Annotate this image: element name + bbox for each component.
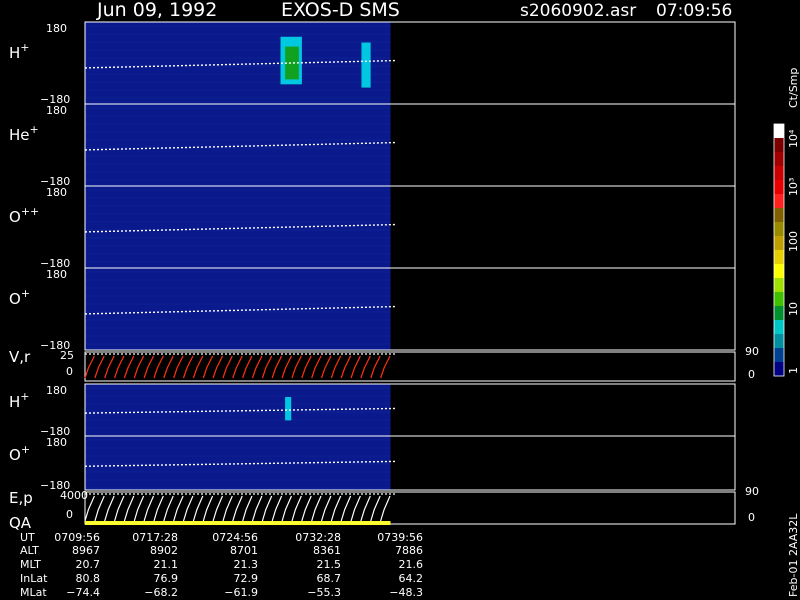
table-row-label: MLat <box>20 586 47 599</box>
table-row-label: InLat <box>20 572 48 585</box>
table-cell: −48.3 <box>389 586 423 599</box>
he_plus-ytick-top: 180 <box>46 104 67 117</box>
header-time: 07:09:56 <box>656 1 732 21</box>
table-cell: 21.5 <box>317 558 342 571</box>
table-cell: 8701 <box>230 544 258 557</box>
colorbar-tick-label: 1 <box>787 367 800 374</box>
colorbar-tick-label: 10⁴ <box>787 129 800 148</box>
colorbar-segment <box>774 264 784 279</box>
colorbar-segment <box>774 180 784 195</box>
header-instrument: EXOS-D SMS <box>281 0 400 21</box>
colorbar-tick-label: 10 <box>787 302 800 316</box>
ep-panel-label: E,p <box>9 489 33 507</box>
h_plus_2-blob-0 <box>285 397 292 421</box>
colorbar-segment <box>774 124 784 139</box>
o_plus_plus-ytick-top: 180 <box>46 186 67 199</box>
vr-panel-ytick-bottom: 0 <box>66 365 73 378</box>
table-cell: −68.2 <box>144 586 178 599</box>
o_plus-label-text: O <box>9 290 21 308</box>
h_plus_2-label-sup: + <box>20 390 29 403</box>
o_plus_2-ytick-top: 180 <box>46 436 67 449</box>
o_plus-ytick-top: 180 <box>46 268 67 281</box>
colorbar-segment <box>774 320 784 335</box>
colorbar-tick-label: 10³ <box>787 178 800 196</box>
table-row-label: ALT <box>20 544 39 557</box>
colorbar-segment <box>774 250 784 265</box>
he_plus-label-text: He <box>9 126 30 144</box>
table-cell: 0709:56 <box>54 531 100 544</box>
colorbar-unit: Ct/Smp <box>787 68 800 108</box>
he_plus-label-sup: + <box>30 123 39 136</box>
header-file: s2060902.asr <box>520 1 636 21</box>
vr-panel-rtick-bottom: 0 <box>748 368 755 381</box>
h_plus-blob-2 <box>361 42 371 88</box>
h_plus-label-sup: + <box>20 41 29 54</box>
table-row-label: MLT <box>20 558 41 571</box>
table-cell: 8361 <box>313 544 341 557</box>
table-cell: 21.3 <box>234 558 259 571</box>
colorbar-segment <box>774 222 784 237</box>
table-cell: 80.8 <box>76 572 101 585</box>
sms-spectrogram-chart: Jun 09, 1992 EXOS-D SMS s2060902.asr 07:… <box>0 0 800 600</box>
h_plus_2-ytick-top: 180 <box>46 384 67 397</box>
colorbar-segment <box>774 152 784 167</box>
o_plus_2-label-text: O <box>9 446 21 464</box>
table-cell: 20.7 <box>76 558 101 571</box>
colorbar-segment <box>774 208 784 223</box>
table-cell: 8967 <box>72 544 100 557</box>
colorbar-segment <box>774 166 784 181</box>
table-cell: −61.9 <box>224 586 258 599</box>
vr-panel-rtick-top: 90 <box>745 345 759 358</box>
table-row-label: UT <box>20 531 35 544</box>
table-cell: 7886 <box>395 544 423 557</box>
h_plus-blob-1 <box>285 46 299 80</box>
o_plus_plus-label-sup: ++ <box>21 205 39 218</box>
ep-panel-qa-bar <box>85 521 391 525</box>
o_plus_plus-label-text: O <box>9 208 21 226</box>
table-cell: 68.7 <box>317 572 342 585</box>
colorbar-segment <box>774 292 784 307</box>
colorbar-segment <box>774 278 784 293</box>
table-cell: 76.9 <box>154 572 179 585</box>
colorbar-segment <box>774 194 784 209</box>
colorbar-segment <box>774 362 784 377</box>
table-cell: −74.4 <box>66 586 100 599</box>
ep-panel-rtick-bottom: 0 <box>748 511 755 524</box>
ep-panel-rtick-top: 90 <box>745 485 759 498</box>
o_plus-label-sup: + <box>21 287 30 300</box>
colorbar-segment <box>774 306 784 321</box>
o_plus_2-label-sup: + <box>21 443 30 456</box>
table-cell: 0717:28 <box>132 531 178 544</box>
colorbar-segment <box>774 236 784 251</box>
h_plus-label-text: H <box>9 44 20 62</box>
table-cell: 0732:28 <box>295 531 341 544</box>
table-cell: 72.9 <box>234 572 259 585</box>
table-cell: −55.3 <box>307 586 341 599</box>
ep-panel-label2: QA <box>9 514 32 532</box>
table-cell: 0739:56 <box>377 531 423 544</box>
o_plus_2-spectrogram <box>85 436 391 490</box>
h_plus-ytick-top: 180 <box>46 22 67 35</box>
ep-panel-ytick-bottom: 0 <box>66 508 73 521</box>
header-date: Jun 09, 1992 <box>96 0 217 21</box>
colorbar-segment <box>774 348 784 363</box>
table-cell: 21.6 <box>399 558 424 571</box>
table-cell: 21.1 <box>154 558 179 571</box>
table-cell: 8902 <box>150 544 178 557</box>
ep-panel-ytick-top: 4000 <box>60 489 88 502</box>
h_plus_2-label-text: H <box>9 393 20 411</box>
colorbar-tick-label: 100 <box>787 231 800 252</box>
colorbar-segment <box>774 138 784 153</box>
vr-panel-label: V,r <box>9 348 31 366</box>
table-cell: 0724:56 <box>212 531 258 544</box>
colorbar-segment <box>774 334 784 349</box>
vr-panel-ytick-top: 25 <box>60 349 74 362</box>
table-cell: 64.2 <box>399 572 424 585</box>
footer-code: Feb-01 2AA32L <box>787 513 800 597</box>
